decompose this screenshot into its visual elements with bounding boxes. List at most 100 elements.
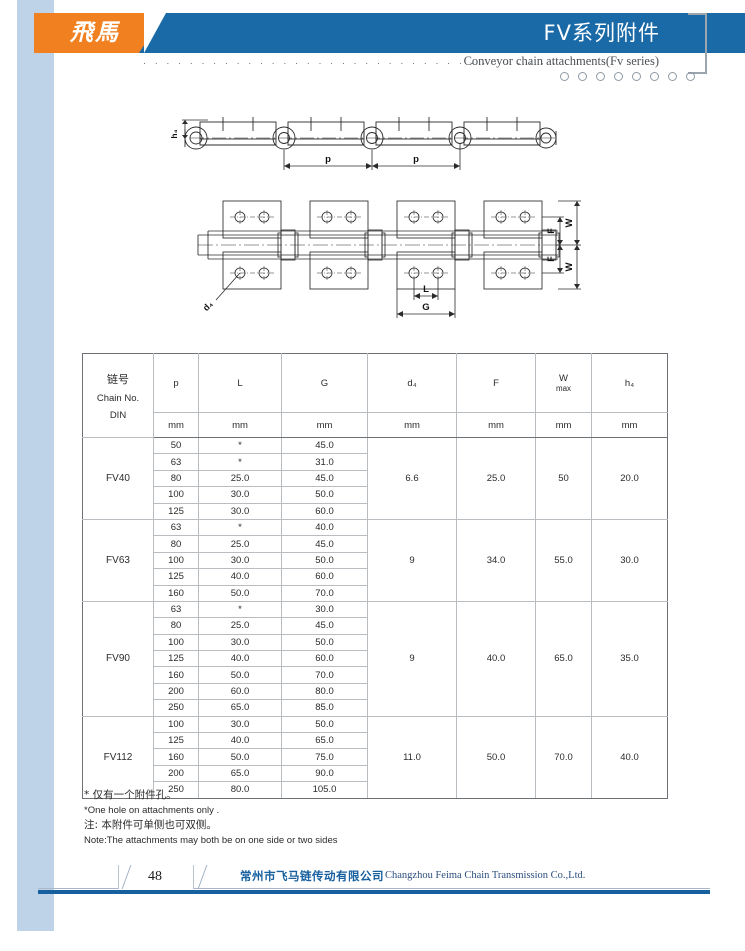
header-h4: h₄: [591, 353, 668, 413]
dimension-label-W-top: W: [564, 218, 575, 227]
header-W-sub: max: [555, 383, 572, 393]
cell-G: 50.0: [281, 715, 368, 734]
header-chain-no-cn: 链号: [107, 374, 129, 386]
table-row: FV40 50 * 45.0 6.6 25.0 50 20.0: [82, 436, 668, 520]
cell-L: 40.0: [198, 732, 282, 750]
cell-W: 65.0: [535, 600, 592, 717]
dimension-label-F-bottom: F: [546, 256, 556, 262]
cell-p: 200: [153, 764, 199, 783]
dimension-label-h4: h₄: [169, 129, 179, 138]
table-notes: * 仅有一个附件孔。 *One hole on attachments only…: [84, 788, 337, 848]
table-row: FV63 63 * 40.0 9 34.0 55.0 30.0: [82, 518, 668, 602]
chain-plan-view-drawing: d₄ L G F F W W: [186, 188, 586, 328]
company-logo: 飛馬: [70, 19, 120, 46]
cell-F: 34.0: [456, 518, 536, 602]
cell-p: 50: [153, 436, 199, 455]
cell-G: 60.0: [281, 568, 368, 586]
header-circle-3: [596, 72, 605, 81]
cell-L: *: [198, 600, 282, 619]
header-chain-no: 链号 Chain No. DIN: [82, 353, 154, 438]
cell-G: 70.0: [281, 666, 368, 684]
note-line-2: *One hole on attachments only .: [84, 805, 220, 816]
header-white-wedge: [144, 13, 166, 53]
cell-p: 80: [153, 617, 199, 635]
cell-L: 65.0: [198, 699, 282, 717]
cell-G: 50.0: [281, 551, 368, 570]
cell-G: 45.0: [281, 535, 368, 553]
cell-F: 25.0: [456, 437, 536, 520]
cell-G: 60.0: [281, 502, 368, 520]
cell-G: 80.0: [281, 682, 368, 701]
header-W-max: W max: [535, 353, 592, 413]
header-circle-1: [560, 72, 569, 81]
cell-d4: 9: [367, 518, 457, 602]
cell-p: 125: [153, 568, 199, 586]
unit-h4: mm: [591, 412, 668, 438]
dimension-label-G: G: [422, 302, 429, 313]
cell-L: 30.0: [198, 486, 282, 504]
cell-L: 50.0: [198, 748, 282, 766]
cell-W: 70.0: [535, 715, 592, 799]
cell-L: 30.0: [198, 502, 282, 520]
cell-p: 160: [153, 748, 199, 766]
cell-p: 63: [153, 453, 199, 471]
header-chain-no-en: Chain No.: [96, 393, 140, 404]
unit-d4: mm: [367, 412, 457, 438]
cell-W: 50: [535, 437, 592, 520]
cell-p: 80: [153, 535, 199, 553]
cell-G: 50.0: [281, 633, 368, 652]
header-G: G: [281, 353, 368, 413]
cell-G: 40.0: [281, 518, 368, 537]
header-circle-6: [650, 72, 659, 81]
dimension-label-p-2: p: [413, 154, 419, 165]
cell-p: 100: [153, 551, 199, 570]
footer-company-cn: 常州市飞马链传动有限公司: [240, 869, 384, 883]
cell-h4: 20.0: [591, 437, 668, 520]
cell-L: *: [198, 436, 282, 455]
specification-table: 链号 Chain No. DIN p L G d₄ F W max h₄ mm …: [82, 353, 668, 799]
cell-L: 50.0: [198, 584, 282, 602]
cell-chain-name-FV63: FV63: [82, 518, 154, 602]
dimension-label-W-bottom: W: [564, 262, 575, 271]
table-unit-row: mm mm mm mm mm mm mm: [83, 412, 668, 438]
header-circle-7: [668, 72, 677, 81]
note-line-4: Note:The attachments may both be on one …: [84, 835, 338, 846]
cell-G: 90.0: [281, 764, 368, 783]
cell-h4: 40.0: [591, 715, 668, 799]
cell-L: 30.0: [198, 551, 282, 570]
unit-G: mm: [281, 412, 368, 438]
cell-G: 30.0: [281, 600, 368, 619]
header-F: F: [456, 353, 536, 413]
unit-p: mm: [153, 412, 199, 438]
dimension-label-d4: d₄: [201, 299, 215, 313]
cell-d4: 9: [367, 600, 457, 717]
cell-G: 85.0: [281, 699, 368, 717]
cell-L: 25.0: [198, 469, 282, 488]
note-line-1: * 仅有一个附件孔。: [84, 789, 177, 801]
cell-p: 200: [153, 682, 199, 701]
cell-p: 125: [153, 502, 199, 520]
page-title: FV系列附件: [543, 21, 660, 45]
table-row: FV90 63 * 30.0 9 40.0 65.0 35.0: [82, 600, 668, 717]
unit-L: mm: [198, 412, 282, 438]
header-d4: d₄: [367, 353, 457, 413]
header-circle-decor: [560, 72, 695, 81]
cell-G: 50.0: [281, 486, 368, 504]
page-number: 48: [148, 869, 162, 884]
cell-F: 50.0: [456, 715, 536, 799]
table-row: FV112 100 30.0 50.0 11.0 50.0 70.0 40.0: [82, 715, 668, 799]
cell-G: 31.0: [281, 453, 368, 471]
cell-W: 55.0: [535, 518, 592, 602]
header-circle-2: [578, 72, 587, 81]
footer-company-en: Changzhou Feima Chain Transmission Co.,L…: [385, 870, 586, 881]
cell-p: 80: [153, 469, 199, 488]
cell-chain-name-FV112: FV112: [82, 715, 154, 799]
cell-F: 40.0: [456, 600, 536, 717]
page-footer: 48 常州市飞马链传动有限公司 Changzhou Feima Chain Tr…: [0, 862, 745, 902]
note-line-3: 注: 本附件可单侧也可双侧。: [84, 819, 217, 831]
table-header-row: 链号 Chain No. DIN p L G d₄ F W max h₄: [82, 353, 668, 438]
cell-h4: 35.0: [591, 600, 668, 717]
header-L: L: [198, 353, 282, 413]
cell-d4: 11.0: [367, 715, 457, 799]
header-circle-5: [632, 72, 641, 81]
